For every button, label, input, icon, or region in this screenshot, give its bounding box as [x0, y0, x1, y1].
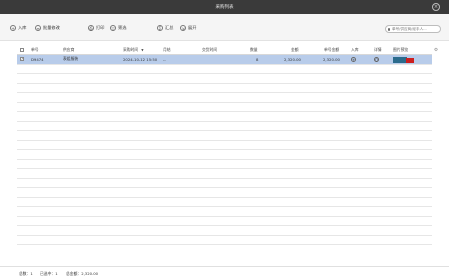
sum-icon: Σ — [157, 25, 163, 31]
print-button[interactable]: ⎙ 打印 — [88, 25, 104, 31]
empty-row — [17, 169, 432, 179]
filter-label: 筛选 — [118, 25, 127, 30]
summary-button[interactable]: Σ 汇总 — [157, 25, 173, 31]
empty-row — [17, 160, 432, 169]
checkbox-checked-icon: ✓ — [20, 57, 24, 62]
col-image-preview[interactable]: 图片预览 — [393, 46, 408, 54]
cell-supplier: 表姐服装 — [63, 56, 79, 62]
selected-value: 1 — [55, 271, 58, 276]
empty-row — [17, 131, 432, 141]
product-thumbnail-secondary[interactable] — [406, 57, 414, 63]
col-supplier[interactable]: 供应商 — [63, 46, 74, 54]
empty-row — [17, 188, 432, 198]
col-order-id[interactable]: 单号 — [31, 46, 39, 54]
print-label: 打印 — [96, 25, 105, 30]
plus-icon: + — [10, 25, 16, 31]
checkbox-icon — [20, 48, 24, 52]
col-purchase-time-label: 采购时间 — [123, 47, 139, 52]
batch-edit-button[interactable]: ≡ 批量修改 — [35, 25, 60, 31]
empty-row — [17, 236, 432, 245]
empty-row — [17, 141, 432, 150]
count-value: 1 — [30, 271, 33, 276]
total-value: 2,320.00 — [81, 271, 99, 276]
batch-edit-label: 批量修改 — [43, 25, 60, 30]
printer-icon: ⎙ — [88, 25, 94, 31]
empty-row — [17, 226, 432, 236]
summary-label: 汇总 — [165, 25, 174, 30]
detail-circle-icon: ○ — [374, 56, 379, 62]
footer-total: 总金额：2,320.00 — [66, 271, 98, 277]
settings-gear-icon[interactable]: ⚙ — [434, 46, 438, 54]
cell-amount: 2,320.00 — [284, 56, 301, 62]
empty-row — [17, 179, 432, 188]
col-monthly[interactable]: 月结 — [163, 46, 171, 54]
empty-row — [17, 207, 432, 217]
empty-row — [17, 217, 432, 226]
select-all-checkbox[interactable] — [20, 46, 24, 54]
empty-row — [17, 65, 432, 74]
empty-row — [17, 198, 432, 207]
purchase-table: 单号 供应商 采购时间 ▼ 月结 交货时间 数量 金额 单号金额 入库 详情 图… — [17, 46, 438, 245]
expand-button[interactable]: ⇲ 展开 — [180, 25, 196, 31]
expand-icon: ⇲ — [180, 25, 186, 31]
filter-button[interactable]: ▽ 筛选 — [110, 25, 126, 31]
empty-row — [17, 84, 432, 93]
footer-count: 总数：1 — [19, 271, 33, 277]
stock-in-label: 入库 — [18, 25, 27, 30]
footer-selected: 已选中：1 — [40, 271, 58, 277]
search-input[interactable] — [392, 26, 440, 32]
col-purchase-time[interactable]: 采购时间 ▼ — [123, 46, 144, 54]
empty-row — [17, 150, 432, 160]
stock-in-action[interactable]: + — [351, 55, 356, 64]
search-box[interactable] — [385, 25, 441, 33]
col-order-amount[interactable]: 单号金额 — [324, 46, 339, 54]
cell-quantity: 8 — [256, 56, 259, 62]
count-label: 总数： — [19, 271, 31, 276]
table-header: 单号 供应商 采购时间 ▼ 月结 交货时间 数量 金额 单号金额 入库 详情 图… — [17, 46, 438, 55]
empty-row — [17, 74, 432, 84]
add-circle-icon: + — [351, 56, 356, 62]
toolbar: + 入库 ≡ 批量修改 ⎙ 打印 ▽ 筛选 Σ 汇总 ⇲ 展开 — [0, 14, 449, 41]
total-label: 总金额： — [66, 271, 82, 276]
empty-row — [17, 93, 432, 103]
row-checkbox[interactable]: ✓ — [20, 55, 24, 64]
col-amount[interactable]: 金额 — [291, 46, 299, 54]
empty-row — [17, 112, 432, 122]
expand-label: 展开 — [188, 25, 197, 30]
table-row[interactable]: ✓ D9474 表姐服装 2024-10-12 15:50 -- 8 2,320… — [17, 55, 432, 65]
status-footer: 总数：1 已选中：1 总金额：2,320.00 — [0, 266, 449, 280]
close-icon[interactable]: × — [432, 3, 440, 11]
cell-monthly: -- — [163, 56, 166, 62]
selected-label: 已选中： — [40, 271, 56, 276]
title-bar: 采购列表 × — [0, 0, 449, 14]
col-detail[interactable]: 详情 — [374, 46, 382, 54]
col-quantity[interactable]: 数量 — [250, 46, 258, 54]
search-icon — [388, 27, 390, 31]
cell-order-id: D9474 — [31, 56, 44, 62]
sort-desc-icon: ▼ — [141, 48, 144, 52]
col-delivery-time[interactable]: 交货时间 — [202, 46, 217, 54]
cell-order-amount: 2,320.00 — [323, 56, 340, 62]
stock-in-button[interactable]: + 入库 — [10, 25, 26, 31]
product-thumbnail[interactable] — [393, 56, 407, 63]
cell-purchase-time: 2024-10-12 15:50 — [123, 56, 158, 62]
window-title: 采购列表 — [215, 5, 234, 10]
list-icon: ≡ — [35, 25, 41, 31]
empty-row — [17, 103, 432, 112]
filter-icon: ▽ — [110, 25, 116, 31]
empty-row — [17, 122, 432, 131]
col-stock-in[interactable]: 入库 — [351, 46, 359, 54]
detail-action[interactable]: ○ — [374, 55, 379, 64]
